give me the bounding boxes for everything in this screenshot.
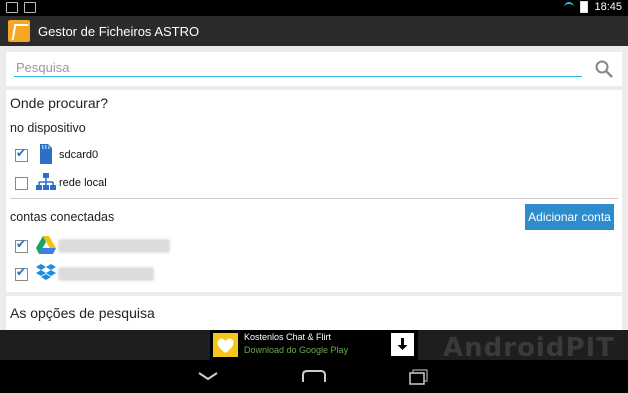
dropbox-icon: [36, 264, 56, 280]
device-section-title: no dispositivo: [10, 121, 86, 135]
astro-app-icon[interactable]: [8, 20, 30, 42]
network-checkbox[interactable]: [15, 177, 28, 190]
search-icon[interactable]: [594, 59, 614, 79]
status-bar: 18:45: [0, 0, 628, 16]
sdcard-label[interactable]: sdcard0: [59, 149, 98, 161]
search-options-panel[interactable]: As opções de pesquisa: [6, 296, 622, 330]
where-to-search-panel: Onde procurar? no dispositivo sdcard0 re…: [6, 90, 622, 292]
home-icon[interactable]: [300, 368, 328, 384]
add-account-button[interactable]: Adicionar conta: [525, 204, 614, 230]
app-title: Gestor de Ficheiros ASTRO: [38, 23, 200, 39]
sdcard-checkbox[interactable]: [15, 146, 28, 162]
navigation-bar: [0, 360, 628, 393]
battery-icon: [580, 1, 589, 13]
action-bar: Gestor de Ficheiros ASTRO: [0, 16, 628, 46]
accounts-section-title: contas conectadas: [10, 210, 115, 224]
ad-subtitle[interactable]: Download do Google Play: [244, 345, 348, 355]
status-time: 18:45: [594, 1, 622, 13]
download-arrow-icon: [397, 338, 408, 350]
image-notification-icon: [6, 2, 18, 13]
search-panel: [6, 52, 622, 86]
section-divider: [10, 198, 618, 199]
redacted-account-name: [58, 267, 154, 281]
options-heading[interactable]: As opções de pesquisa: [10, 305, 155, 321]
redacted-account-name: [58, 239, 170, 253]
wifi-icon: [564, 2, 575, 12]
ad-download-button[interactable]: [391, 333, 414, 356]
google-drive-icon: [36, 236, 56, 254]
dropbox-checkbox[interactable]: [15, 265, 28, 281]
keyboard-notification-icon: [24, 2, 36, 13]
androidpit-watermark: AndroidPIT: [443, 333, 615, 363]
where-heading: Onde procurar?: [10, 95, 109, 111]
ad-app-icon[interactable]: [213, 333, 238, 357]
network-icon: [36, 173, 56, 190]
search-input[interactable]: [14, 58, 582, 77]
ad-title[interactable]: Kostenlos Chat & Flirt: [244, 332, 331, 342]
google-drive-checkbox[interactable]: [15, 237, 28, 253]
heart-icon: [217, 338, 234, 353]
sdcard-icon: [40, 144, 52, 164]
recent-apps-icon[interactable]: [407, 368, 431, 386]
network-label[interactable]: rede local: [59, 177, 107, 189]
back-chevron-icon[interactable]: [196, 369, 220, 383]
